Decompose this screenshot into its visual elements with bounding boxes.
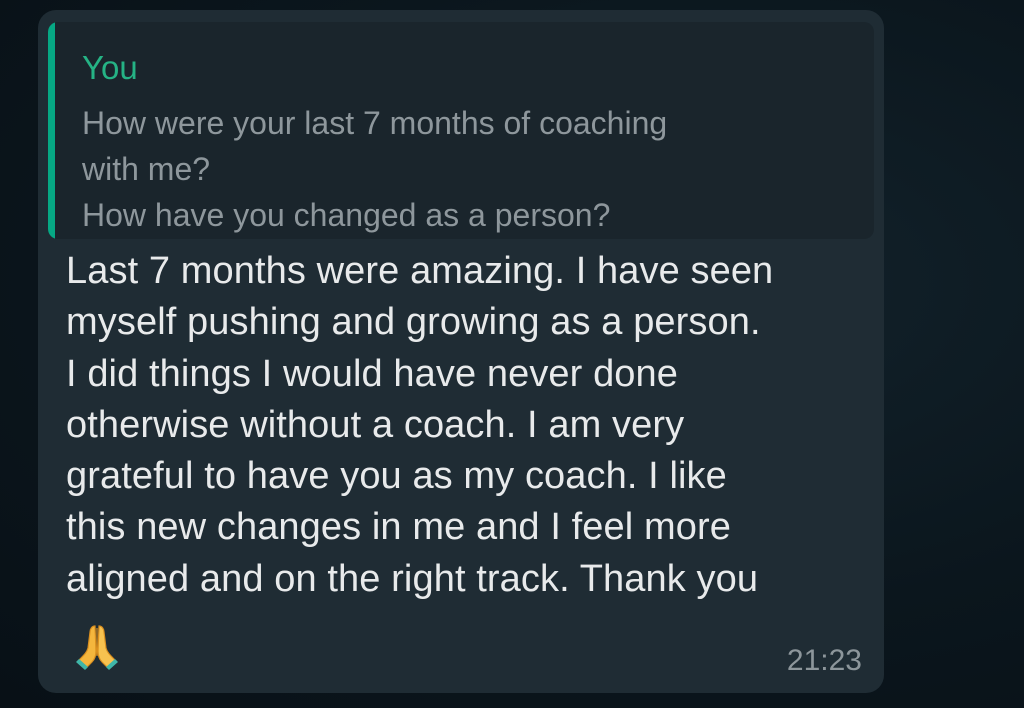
quoted-author: You: [82, 49, 138, 86]
message-text: Last 7 months were amazing. I have seen …: [66, 250, 774, 600]
folded-hands-icon: [72, 622, 122, 672]
message-bubble[interactable]: You How were your last 7 months of coach…: [38, 10, 884, 693]
quoted-reply[interactable]: You How were your last 7 months of coach…: [48, 22, 874, 239]
message-timestamp: 21:23: [786, 644, 862, 677]
chat-screen: You How were your last 7 months of coach…: [0, 0, 1024, 708]
quote-accent-bar: [48, 22, 55, 239]
quoted-text: How were your last 7 months of coaching …: [82, 105, 668, 233]
